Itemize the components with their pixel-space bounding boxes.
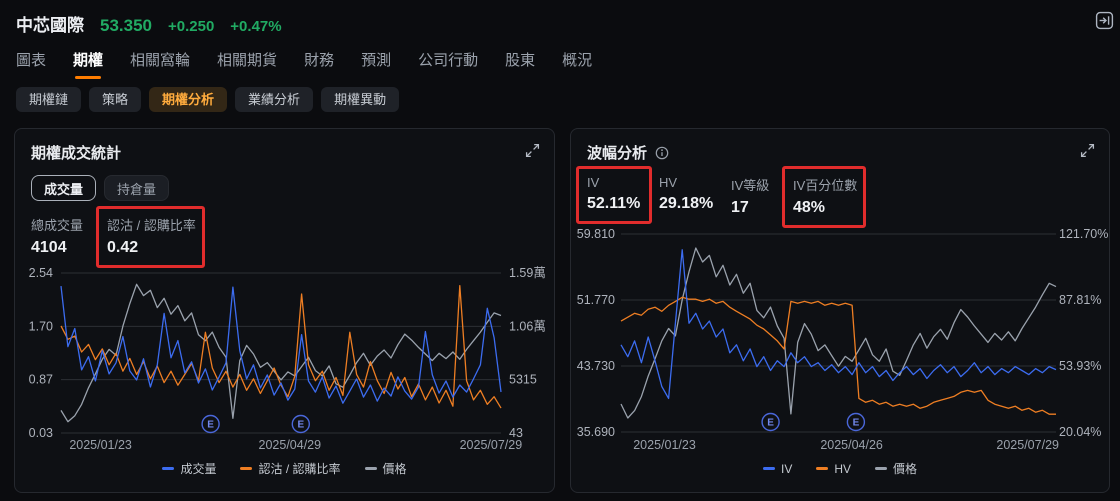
- svg-text:2025/07/29: 2025/07/29: [460, 438, 523, 452]
- tab-options[interactable]: 期權: [73, 49, 103, 79]
- svg-text:2025/04/26: 2025/04/26: [820, 438, 883, 452]
- svg-text:E: E: [207, 420, 214, 431]
- sub-tabs: 期權鏈 策略 期權分析 業績分析 期權異動: [16, 87, 400, 112]
- svg-text:E: E: [767, 418, 774, 429]
- chart-legend: 成交量 認沽 / 認購比率 價格: [15, 460, 554, 477]
- legend-label: 價格: [893, 462, 918, 476]
- svg-text:20.04%: 20.04%: [1059, 425, 1101, 439]
- stock-header: 中芯國際 53.350 +0.250 +0.47%: [16, 11, 282, 36]
- svg-text:5315: 5315: [509, 373, 537, 387]
- tab-financials[interactable]: 財務: [304, 49, 334, 79]
- price-change: +0.250: [168, 18, 215, 35]
- tab-overview[interactable]: 概況: [562, 49, 592, 79]
- svg-text:1.59萬: 1.59萬: [509, 266, 546, 280]
- subtab-earnings-analysis[interactable]: 業績分析: [235, 87, 314, 112]
- svg-text:43.730: 43.730: [577, 359, 615, 373]
- price-change-percent: +0.47%: [230, 18, 282, 35]
- tab-forecast[interactable]: 預測: [361, 49, 391, 79]
- svg-text:2.54: 2.54: [29, 266, 53, 280]
- legend-label: 價格: [382, 462, 407, 476]
- svg-text:2025/01/23: 2025/01/23: [69, 438, 132, 452]
- svg-text:2025/04/29: 2025/04/29: [259, 438, 322, 452]
- svg-text:51.770: 51.770: [577, 293, 615, 307]
- legend-swatch-icon: [240, 467, 253, 470]
- svg-text:1.06萬: 1.06萬: [509, 319, 546, 333]
- legend-item-iv[interactable]: IV: [762, 460, 793, 477]
- tab-chart[interactable]: 圖表: [16, 49, 46, 79]
- legend-item-price[interactable]: 價格: [364, 460, 407, 477]
- svg-text:59.810: 59.810: [577, 227, 615, 241]
- legend-label: HV: [834, 461, 851, 476]
- legend-label: 認沽 / 認購比率: [258, 462, 341, 476]
- svg-text:0.87: 0.87: [29, 373, 53, 387]
- stock-name: 中芯國際: [16, 16, 84, 35]
- volatility-chart[interactable]: 59.810 121.70% 51.770 87.81% 43.730 53.93% 35.…: [571, 129, 1111, 494]
- collapse-panel-button[interactable]: [1095, 11, 1115, 31]
- tab-related-warrants[interactable]: 相關窩輪: [130, 49, 190, 79]
- chart-legend: IV HV 價格: [571, 460, 1109, 477]
- svg-text:87.81%: 87.81%: [1059, 293, 1101, 307]
- svg-text:35.690: 35.690: [577, 425, 615, 439]
- svg-text:E: E: [853, 418, 860, 429]
- legend-swatch-icon: [162, 467, 175, 470]
- app-root: 中芯國際 53.350 +0.250 +0.47% 圖表 期權 相關窩輪 相關期貨 財務…: [0, 0, 1120, 501]
- tab-shareholders[interactable]: 股東: [505, 49, 535, 79]
- legend-swatch-icon: [762, 467, 775, 470]
- legend-swatch-icon: [816, 467, 829, 470]
- stock-price: 53.350: [100, 16, 152, 35]
- subtab-option-chain[interactable]: 期權鏈: [16, 87, 82, 112]
- main-tabs: 圖表 期權 相關窩輪 相關期貨 財務 預測 公司行動 股東 概況: [16, 49, 592, 79]
- svg-text:1.70: 1.70: [29, 319, 53, 333]
- volatility-analysis-panel: 波幅分析 IV 52.11% HV 29.18% IV等級 17 IV百分位數 …: [570, 128, 1110, 493]
- options-volume-stats-panel: 期權成交統計 成交量 持倉量 總成交量 4104 認沽 / 認購比率 0.42 2…: [14, 128, 555, 493]
- legend-item-put-call-ratio[interactable]: 認沽 / 認購比率: [240, 460, 341, 477]
- options-volume-chart[interactable]: 2.54 1.59萬1.70 1.06萬0.87 53150.03 432025/01/…: [15, 129, 556, 494]
- collapse-right-icon: [1095, 11, 1114, 30]
- svg-text:E: E: [297, 420, 304, 431]
- subtab-strategy[interactable]: 策略: [89, 87, 142, 112]
- tab-related-futures[interactable]: 相關期貨: [217, 49, 277, 79]
- legend-item-hv[interactable]: HV: [816, 460, 851, 477]
- legend-swatch-icon: [364, 467, 377, 470]
- svg-text:2025/07/29: 2025/07/29: [996, 438, 1059, 452]
- legend-item-price[interactable]: 價格: [875, 460, 917, 477]
- legend-label: 成交量: [180, 462, 217, 476]
- svg-text:0.03: 0.03: [29, 426, 53, 440]
- legend-label: IV: [780, 461, 793, 476]
- svg-text:2025/01/23: 2025/01/23: [633, 438, 696, 452]
- svg-text:121.70%: 121.70%: [1059, 227, 1108, 241]
- legend-item-volume[interactable]: 成交量: [162, 460, 216, 477]
- subtab-option-unusual-activity[interactable]: 期權異動: [321, 87, 400, 112]
- subtab-option-analysis[interactable]: 期權分析: [149, 87, 228, 112]
- svg-text:53.93%: 53.93%: [1059, 359, 1101, 373]
- tab-corporate-actions[interactable]: 公司行動: [418, 49, 478, 79]
- legend-swatch-icon: [875, 467, 887, 470]
